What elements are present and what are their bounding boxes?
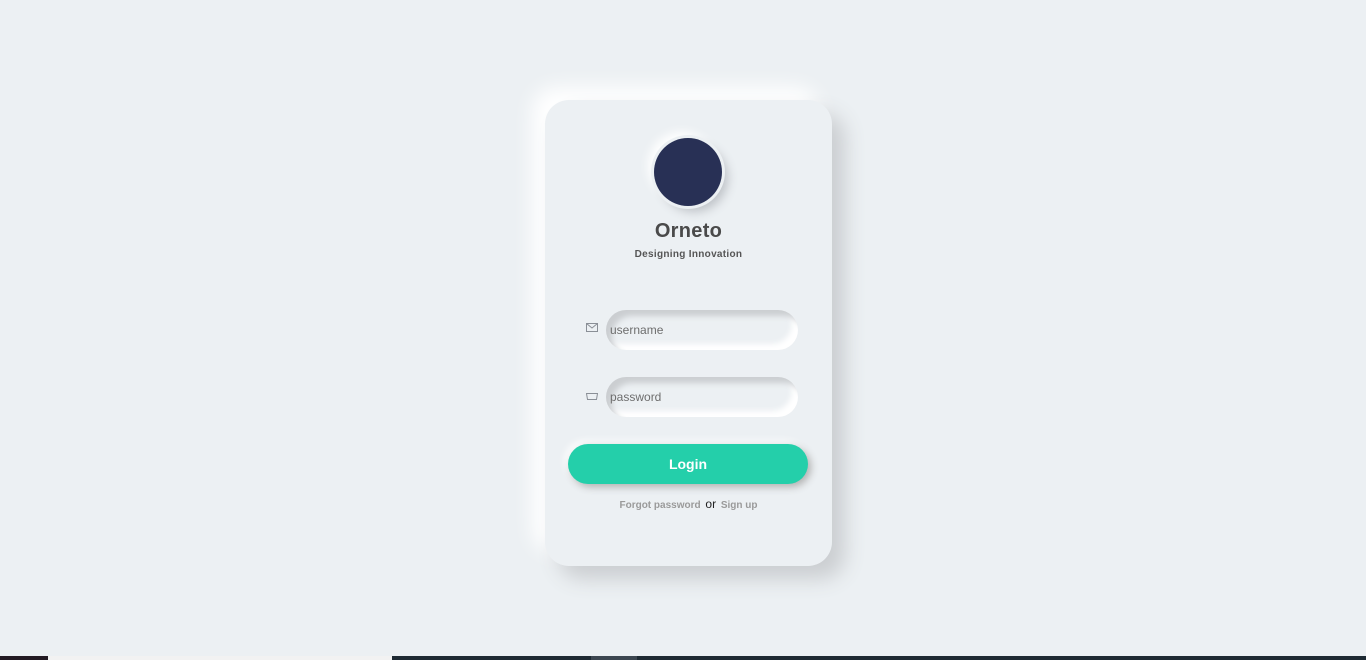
taskbar-segment	[48, 656, 392, 660]
envelope-icon	[586, 323, 598, 335]
brand-tagline: Designing Innovation	[634, 249, 743, 260]
footer-links: Forgot password or Sign up	[545, 497, 832, 511]
username-input[interactable]	[610, 310, 790, 350]
brand-logo	[654, 138, 722, 206]
forgot-password-link[interactable]: Forgot password	[619, 500, 700, 511]
links-separator: or	[705, 497, 717, 511]
sign-up-link[interactable]: Sign up	[721, 500, 758, 511]
lock-icon	[586, 393, 598, 405]
password-field	[606, 377, 798, 417]
taskbar-segment	[591, 656, 637, 660]
taskbar-segment	[0, 656, 48, 660]
username-field	[606, 310, 798, 350]
password-input[interactable]	[610, 377, 790, 417]
brand-name: Orneto	[654, 220, 723, 242]
taskbar-strip	[0, 656, 1366, 660]
page: Orneto Designing Innovation Login Forgot…	[0, 0, 1366, 660]
login-button[interactable]: Login	[568, 444, 808, 484]
login-card: Orneto Designing Innovation Login Forgot…	[545, 100, 832, 566]
